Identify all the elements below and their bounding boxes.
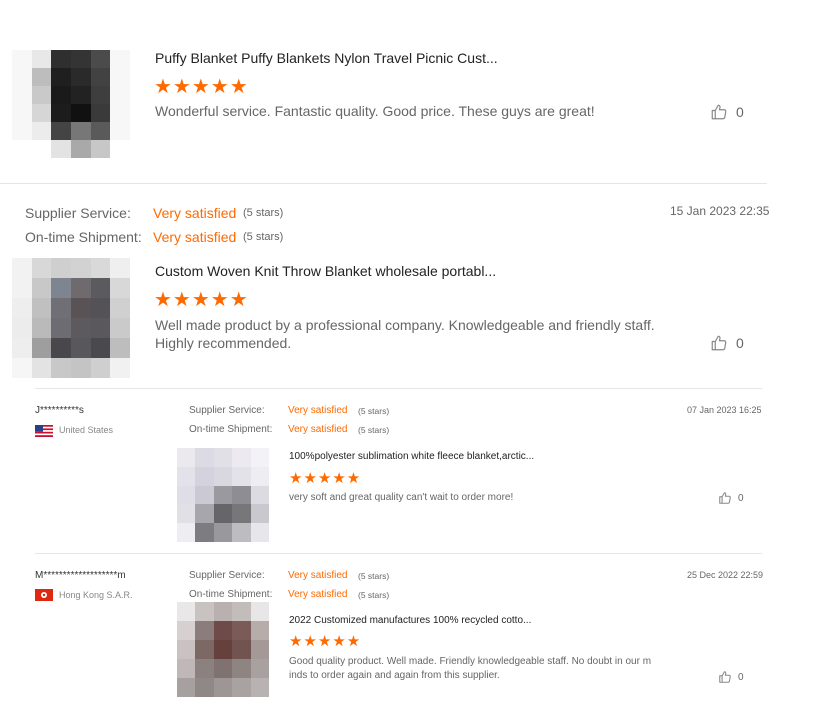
supplier-service-rating: Very satisfied — [288, 405, 348, 416]
supplier-service-rating: Very satisfied — [288, 570, 348, 581]
like-count: 0 — [738, 671, 744, 683]
thumbs-up-icon — [711, 104, 727, 120]
hk-flag-icon — [35, 589, 53, 601]
reviewer-name: J**********s — [35, 405, 84, 416]
like-count: 0 — [736, 335, 744, 351]
shipment-stars: (5 stars) — [358, 590, 390, 600]
shipment-stars: (5 stars) — [243, 231, 284, 243]
rating-stars: ★★★★★ — [289, 470, 362, 487]
thumbs-up-icon — [711, 335, 727, 351]
supplier-service-stars: (5 stars) — [243, 207, 284, 219]
reviewer-country: United States — [59, 425, 114, 435]
product-title[interactable]: 2022 Customized manufactures 100% recycl… — [289, 615, 531, 626]
review-comment-line: Highly recommended. — [155, 335, 292, 351]
review-divider — [0, 183, 767, 184]
review-comment-line: inds to order again and again from this … — [289, 670, 500, 681]
shipment-rating: Very satisfied — [288, 589, 348, 600]
reviewer-country: Hong Kong S.A.R. — [59, 590, 133, 600]
us-flag-icon — [35, 425, 53, 437]
product-title[interactable]: Custom Woven Knit Throw Blanket wholesal… — [155, 263, 496, 279]
supplier-service-label: Supplier Service: — [25, 205, 131, 221]
thumbs-up-icon — [719, 671, 731, 683]
review-comment: very soft and great quality can't wait t… — [289, 492, 514, 503]
review-divider — [35, 388, 762, 389]
product-thumbnail[interactable] — [12, 258, 130, 378]
product-title[interactable]: 100%polyester sublimation white fleece b… — [289, 451, 534, 462]
shipment-stars: (5 stars) — [358, 425, 390, 435]
supplier-service-stars: (5 stars) — [358, 406, 390, 416]
rating-stars: ★★★★★ — [154, 289, 249, 311]
rating-stars: ★★★★★ — [289, 633, 362, 650]
reviewer-name: M*******************m — [35, 570, 126, 581]
like-button[interactable]: 0 — [718, 491, 744, 505]
shipment-label: On-time Shipment: — [25, 229, 142, 245]
supplier-service-stars: (5 stars) — [358, 571, 390, 581]
review-comment-line: Good quality product. Well made. Friendl… — [289, 656, 652, 667]
supplier-service-label: Supplier Service: — [189, 405, 265, 416]
review-date: 07 Jan 2023 16:25 — [687, 405, 762, 415]
like-button[interactable]: 0 — [710, 334, 744, 352]
like-count: 0 — [738, 492, 744, 504]
like-button[interactable]: 0 — [710, 103, 744, 121]
shipment-label: On-time Shipment: — [189, 424, 273, 435]
supplier-service-label: Supplier Service: — [189, 570, 265, 581]
product-thumbnail[interactable] — [177, 602, 269, 697]
product-title[interactable]: Puffy Blanket Puffy Blankets Nylon Trave… — [155, 50, 498, 66]
shipment-rating: Very satisfied — [153, 229, 237, 245]
review-date: 25 Dec 2022 22:59 — [687, 570, 764, 580]
product-thumbnail[interactable] — [177, 448, 269, 542]
shipment-label: On-time Shipment: — [189, 589, 273, 600]
product-thumbnail[interactable] — [12, 50, 130, 158]
supplier-service-rating: Very satisfied — [153, 205, 237, 221]
like-count: 0 — [736, 104, 744, 120]
review-divider — [35, 553, 762, 554]
like-button[interactable]: 0 — [718, 670, 744, 684]
rating-stars: ★★★★★ — [154, 76, 249, 98]
shipment-rating: Very satisfied — [288, 424, 348, 435]
review-comment: Wonderful service. Fantastic quality. Go… — [155, 103, 595, 119]
review-comment-line: Well made product by a professional comp… — [155, 317, 655, 333]
review-date: 15 Jan 2023 22:35 — [670, 204, 770, 218]
thumbs-up-icon — [719, 492, 731, 504]
